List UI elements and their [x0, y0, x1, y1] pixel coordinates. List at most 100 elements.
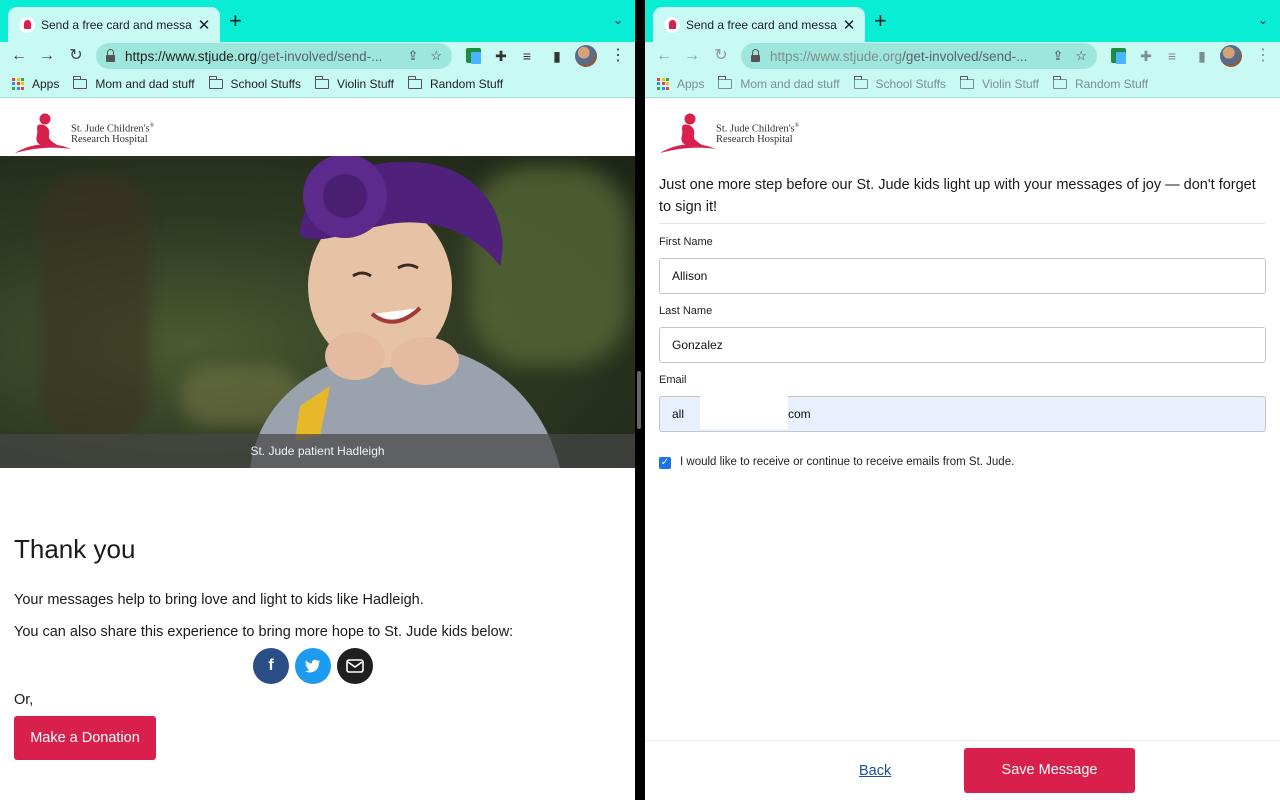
first-name-label: First Name [659, 236, 713, 248]
bookmark-folder[interactable]: Random Stuff [407, 75, 503, 91]
thank-you-message: Your messages help to bring love and lig… [14, 592, 424, 608]
url-text: https://www.stjude.org/get-involved/send… [770, 48, 1028, 64]
last-name-field[interactable]: Gonzalez [659, 327, 1266, 363]
folder-icon [718, 75, 733, 89]
lock-icon [106, 48, 115, 62]
hero-caption: St. Jude patient Hadleigh [0, 434, 635, 468]
or-label: Or, [14, 692, 34, 708]
st-jude-figure-icon [660, 113, 716, 153]
new-tab-icon[interactable]: + [229, 10, 242, 32]
forward-arrow-icon[interactable]: → [682, 46, 702, 66]
email-opt-in-checkbox[interactable]: ✓ [659, 457, 671, 469]
make-donation-button[interactable]: Make a Donation [14, 716, 156, 760]
brand-name: St. Jude Children's® Research Hospital [71, 123, 155, 145]
side-panel-icon[interactable]: ▮ [1193, 47, 1211, 65]
email-label: Email [659, 374, 687, 386]
bookmark-folder[interactable]: School Stuffs [208, 75, 301, 91]
puzzle-extensions-icon[interactable]: ✚ [1137, 47, 1155, 65]
bookmark-folder[interactable]: Random Stuff [1052, 75, 1148, 91]
address-bar[interactable]: https://www.stjude.org/get-involved/send… [741, 43, 1097, 69]
folder-icon [73, 75, 88, 89]
url-text: https://www.stjude.org/get-involved/send… [125, 48, 383, 64]
browser-tab[interactable]: Send a free card and message ✕ [653, 7, 865, 42]
tab-title: Send a free card and message [41, 17, 192, 32]
extension-icon[interactable] [466, 48, 481, 64]
last-name-label: Last Name [659, 305, 713, 317]
new-tab-icon[interactable]: + [874, 10, 887, 32]
folder-icon [960, 75, 975, 89]
back-link[interactable]: Back [859, 763, 891, 779]
tab-search-chevron-icon[interactable]: ⌄ [1258, 13, 1268, 27]
bookmark-folder[interactable]: Mom and dad stuff [73, 75, 195, 91]
thank-you-page: St. Jude Children's® Research Hospital S… [0, 98, 635, 800]
extension-icon[interactable] [1111, 48, 1126, 64]
st-jude-favicon-icon [19, 16, 35, 33]
folder-icon [853, 75, 868, 89]
email-opt-in-label: I would like to receive or continue to r… [680, 456, 1015, 468]
forward-arrow-icon[interactable]: → [37, 46, 57, 66]
bookmark-star-icon[interactable]: ☆ [430, 48, 442, 64]
bookmark-apps[interactable]: Apps [12, 77, 59, 91]
share-prompt: You can also share this experience to br… [14, 624, 514, 640]
menu-kebab-icon[interactable]: ⋮ [610, 46, 626, 66]
media-queue-icon[interactable]: ≡ [1163, 47, 1181, 65]
right-browser-window: Send a free card and message ✕ + ⌄ ← → ↻… [645, 0, 1280, 800]
bookmarks-bar: Apps Mom and dad stuff School Stuffs Vio… [0, 70, 635, 98]
email-share-icon[interactable] [337, 648, 373, 684]
reload-icon[interactable]: ↻ [711, 46, 731, 66]
side-panel-icon[interactable]: ▮ [548, 47, 566, 65]
email-value-prefix: all [672, 407, 685, 421]
apps-grid-icon [12, 77, 24, 90]
apps-grid-icon [657, 77, 669, 90]
twitter-share-icon[interactable] [295, 648, 331, 684]
tab-title: Send a free card and message [686, 17, 837, 32]
folder-icon [1052, 75, 1067, 89]
bookmark-apps[interactable]: Apps [657, 77, 704, 91]
patient-photo-image [250, 156, 560, 468]
back-arrow-icon[interactable]: ← [9, 46, 29, 66]
menu-kebab-icon[interactable]: ⋮ [1255, 46, 1271, 66]
redaction-block [700, 395, 788, 429]
divider [659, 223, 1265, 224]
form-heading: Just one more step before our St. Jude k… [659, 177, 1256, 215]
folder-icon [315, 75, 330, 89]
split-view-drag-handle[interactable] [637, 371, 641, 429]
browser-toolbar: ← → ↻ https://www.stjude.org/get-involve… [645, 42, 1280, 70]
share-icon[interactable]: ⇪ [407, 48, 418, 64]
back-arrow-icon[interactable]: ← [654, 46, 674, 66]
footer-divider [645, 740, 1280, 741]
close-tab-icon[interactable]: ✕ [841, 16, 857, 34]
browser-toolbar: ← → ↻ https://www.stjude.org/get-involve… [0, 42, 635, 70]
brand-name: St. Jude Children's® Research Hospital [716, 123, 800, 145]
bookmark-folder[interactable]: School Stuffs [853, 75, 946, 91]
bookmark-folder[interactable]: Violin Stuff [315, 75, 394, 91]
folder-icon [407, 75, 422, 89]
close-tab-icon[interactable]: ✕ [196, 16, 212, 34]
st-jude-logo[interactable]: St. Jude Children's® Research Hospital [658, 111, 799, 155]
puzzle-extensions-icon[interactable]: ✚ [492, 47, 510, 65]
bookmark-folder[interactable]: Violin Stuff [960, 75, 1039, 91]
profile-avatar[interactable] [1220, 45, 1242, 67]
save-message-button[interactable]: Save Message [964, 748, 1135, 793]
tab-search-chevron-icon[interactable]: ⌄ [613, 13, 623, 27]
email-value-suffix: com [788, 407, 811, 421]
address-bar[interactable]: https://www.stjude.org/get-involved/send… [96, 43, 452, 69]
tab-strip: Send a free card and message ✕ + ⌄ [0, 0, 635, 42]
facebook-share-icon[interactable]: f [253, 648, 289, 684]
tab-strip: Send a free card and message ✕ + ⌄ [645, 0, 1280, 42]
reload-icon[interactable]: ↻ [66, 46, 86, 66]
browser-tab[interactable]: Send a free card and message ✕ [8, 7, 220, 42]
first-name-field[interactable]: Allison [659, 258, 1266, 294]
page-title: Thank you [14, 534, 136, 564]
bookmark-folder[interactable]: Mom and dad stuff [718, 75, 840, 91]
st-jude-favicon-icon [664, 16, 680, 33]
st-jude-figure-icon [15, 113, 71, 153]
share-icon[interactable]: ⇪ [1052, 48, 1063, 64]
email-field[interactable]: all com [659, 395, 1266, 432]
profile-avatar[interactable] [575, 45, 597, 67]
media-queue-icon[interactable]: ≡ [518, 47, 536, 65]
bookmarks-bar: Apps Mom and dad stuff School Stuffs Vio… [645, 70, 1280, 98]
bookmark-star-icon[interactable]: ☆ [1075, 48, 1087, 64]
folder-icon [208, 75, 223, 89]
st-jude-logo[interactable]: St. Jude Children's® Research Hospital [13, 111, 154, 155]
